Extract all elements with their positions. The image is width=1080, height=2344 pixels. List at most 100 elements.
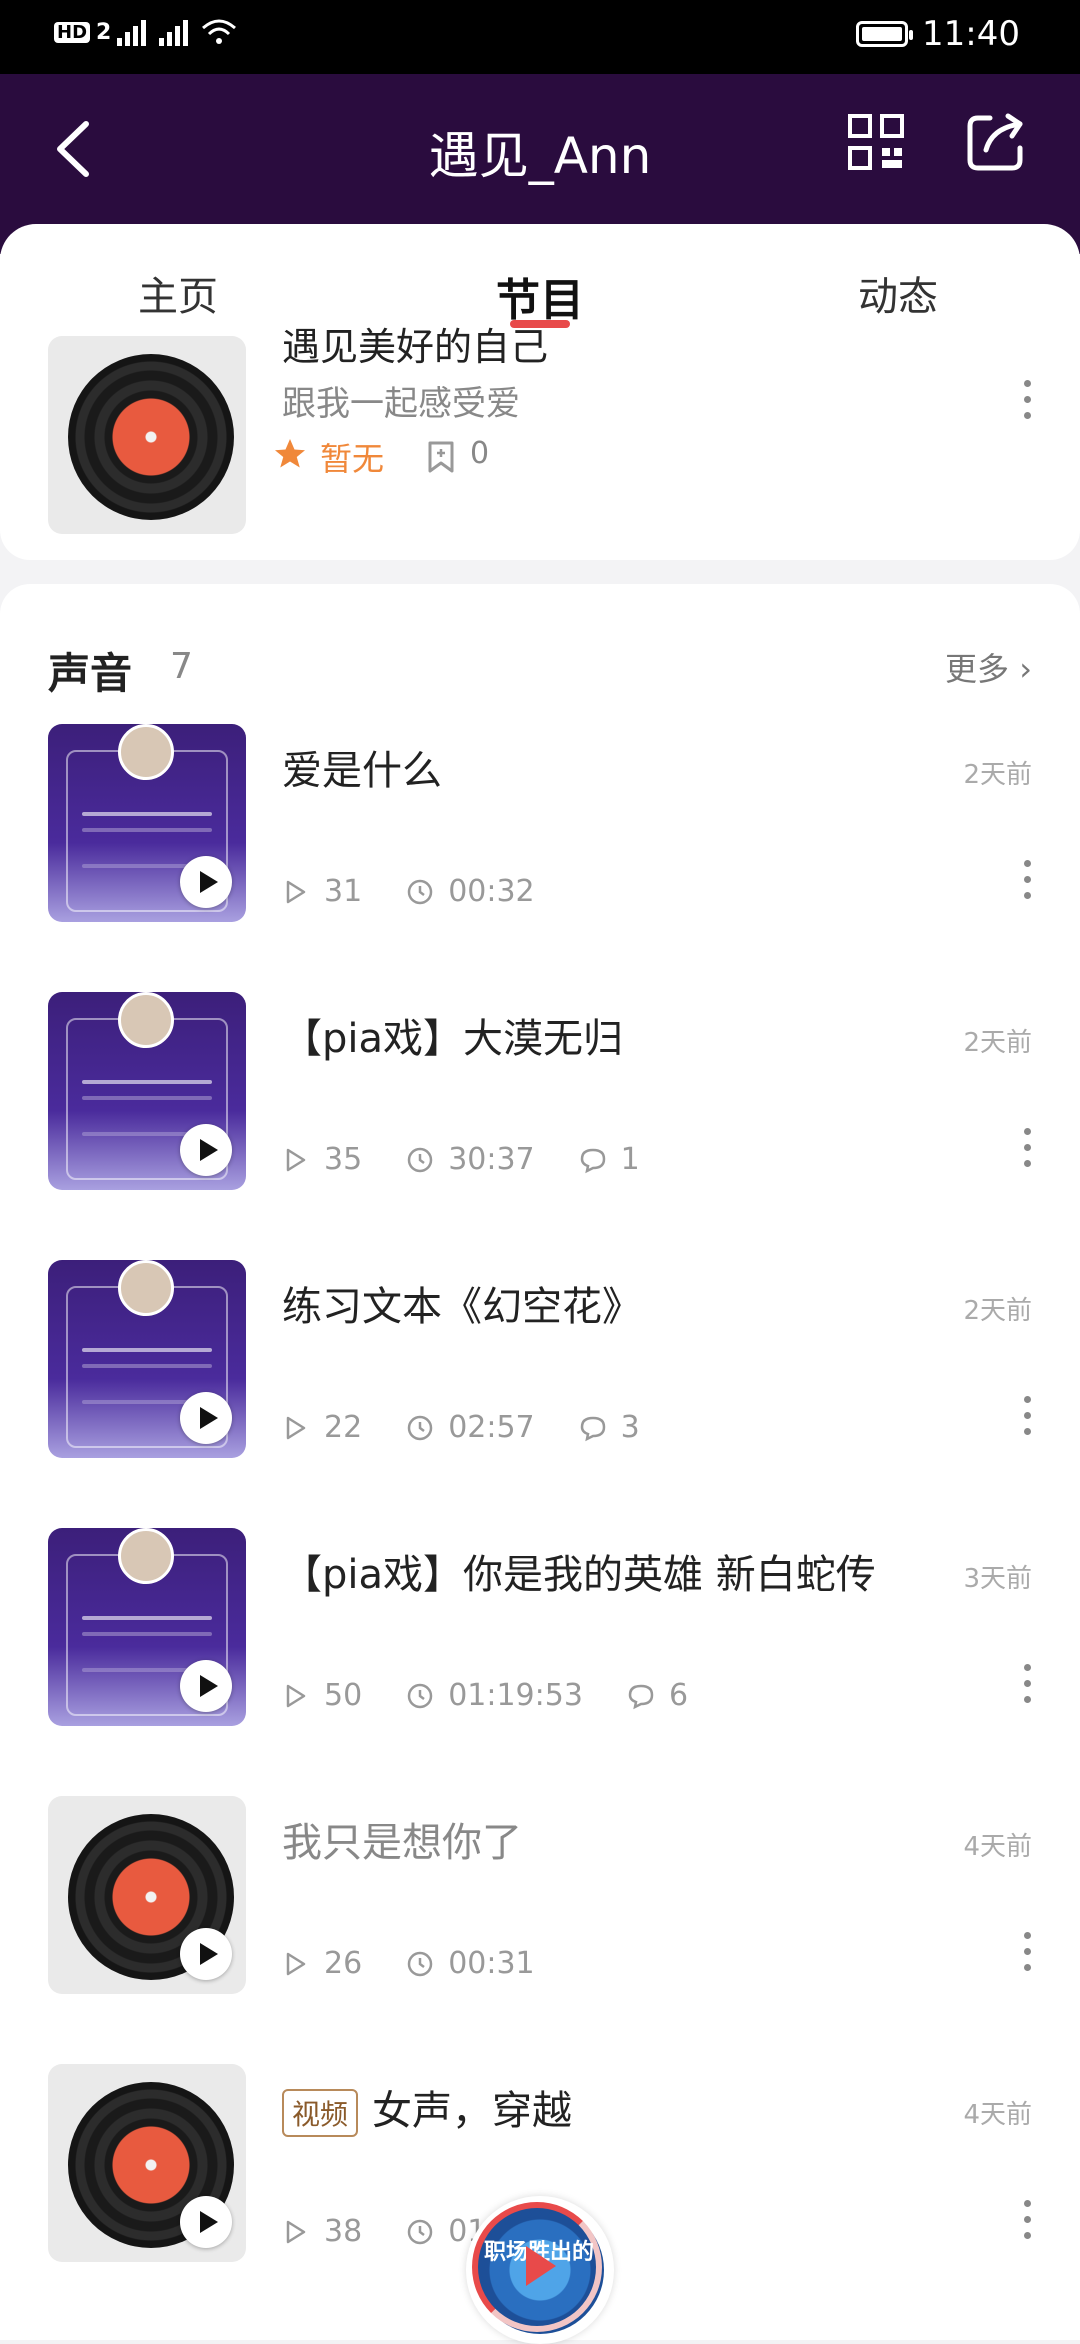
program-title: 遇见美好的自己 (282, 325, 549, 369)
battery-icon (856, 21, 914, 47)
avatar (118, 992, 174, 1048)
bookmark-count: 0 (470, 436, 490, 471)
program-cover (48, 336, 246, 534)
sound-cover (48, 1796, 246, 1994)
sound-time: 2天前 (963, 760, 1032, 790)
star-icon (275, 439, 305, 468)
avatar (118, 1528, 174, 1584)
sound-meta: 35 30:37 1 (282, 1142, 684, 1177)
play-button[interactable] (180, 2196, 232, 2248)
clock-icon (407, 1415, 433, 1440)
sounds-section: 声音 7 更多 › 爱是什么 2天前 31 00:32 【pia戏】大漠无归 2… (0, 584, 1080, 2340)
more-link[interactable]: 更多 › (945, 644, 1032, 690)
floating-player[interactable]: 职场胜出的 (466, 2196, 614, 2344)
section-title: 声音 (48, 649, 133, 698)
tab-home[interactable]: 主页 (138, 264, 218, 322)
clock-icon (407, 1683, 433, 1708)
sound-cover (48, 1528, 246, 1726)
sound-row[interactable]: 练习文本《幻空花》 2天前 22 02:57 3 (0, 1260, 1080, 1460)
more-icon[interactable] (1022, 1128, 1032, 1178)
play-button[interactable] (180, 1928, 232, 1980)
signal-indicators: HD 2 (54, 18, 237, 46)
play-button[interactable] (180, 1124, 232, 1176)
sound-meta: 22 02:57 3 (282, 1410, 684, 1445)
play-count: 26 (324, 1946, 363, 1981)
duration: 00:31 (448, 1946, 535, 1981)
bookmark-icon[interactable] (426, 440, 456, 474)
sound-title: 练习文本《幻空花》 (282, 1284, 642, 1330)
signal-icon (117, 20, 147, 46)
play-count-icon (286, 2220, 306, 2243)
section-count: 7 (170, 646, 193, 687)
sound-cover (48, 2064, 246, 2262)
play-count: 50 (324, 1678, 363, 1713)
sound-row[interactable]: 【pia戏】你是我的英雄 新白蛇传 3天前 50 01:19:53 6 (0, 1528, 1080, 1728)
sound-time: 4天前 (963, 1832, 1032, 1862)
clock: 11:40 (922, 14, 1020, 54)
more-icon[interactable] (1022, 860, 1032, 910)
duration: 02:57 (448, 1410, 535, 1445)
avatar (118, 1260, 174, 1316)
clock-icon (407, 879, 433, 904)
play-count-icon (286, 880, 306, 903)
wifi-icon (202, 19, 237, 44)
comment-count: 6 (668, 1678, 689, 1713)
sound-title: 爱是什么 (282, 748, 442, 794)
play-count: 22 (324, 1410, 363, 1445)
more-label: 更多 (945, 650, 1010, 688)
more-icon[interactable] (1022, 1664, 1032, 1714)
chevron-right-icon: › (1019, 650, 1032, 688)
sound-meta: 31 00:32 (282, 874, 579, 909)
sound-title: 我只是想你了 (282, 1820, 522, 1866)
program-rating: 暂无 (320, 440, 385, 478)
play-count: 38 (324, 2214, 363, 2249)
vinyl-record-icon (68, 354, 234, 520)
play-button[interactable] (180, 1660, 232, 1712)
sound-row[interactable]: 【pia戏】大漠无归 2天前 35 30:37 1 (0, 992, 1080, 1192)
program-item[interactable]: 遇见美好的自己 跟我一起感受爱 暂无 0 (0, 325, 1080, 544)
program-subtitle: 跟我一起感受爱 (282, 384, 520, 424)
sound-title: 【pia戏】你是我的英雄 新白蛇传 (282, 1552, 876, 1598)
duration: 01:19:53 (448, 1678, 583, 1713)
play-icon (526, 2246, 556, 2286)
avatar (118, 724, 174, 780)
hd-badge: HD (54, 21, 91, 43)
duration: 00:32 (448, 874, 535, 909)
video-tag: 视频 (282, 2089, 359, 2137)
sound-title: 【pia戏】大漠无归 (282, 1016, 624, 1062)
sound-title-text: 女声，穿越 (372, 2088, 573, 2134)
play-button[interactable] (180, 1392, 232, 1444)
signal-icon-2 (159, 20, 189, 46)
sound-time: 3天前 (963, 1564, 1032, 1594)
comment-icon (580, 1148, 605, 1173)
clock-icon (407, 1147, 433, 1172)
qr-code-icon[interactable] (846, 112, 906, 172)
sound-cover (48, 724, 246, 922)
sound-time: 2天前 (963, 1296, 1032, 1326)
more-icon[interactable] (1022, 1396, 1032, 1446)
sound-cover (48, 992, 246, 1190)
sound-title: 视频 女声，穿越 (282, 2078, 572, 2137)
sound-meta: 26 00:31 (282, 1946, 579, 1981)
comment-icon (628, 1684, 654, 1709)
duration: 30:37 (448, 1142, 535, 1177)
comment-count: 3 (620, 1410, 640, 1445)
play-count-icon (286, 1416, 306, 1439)
play-count: 35 (324, 1142, 363, 1177)
more-icon[interactable] (1022, 1932, 1032, 1982)
page-title: 遇见_Ann (428, 127, 652, 185)
more-icon[interactable] (1022, 380, 1032, 430)
more-icon[interactable] (1022, 2200, 1032, 2250)
sound-row[interactable]: 爱是什么 2天前 31 00:32 (0, 724, 1080, 924)
play-count-icon (286, 1148, 306, 1171)
profile-card: 主页 节目 动态 遇见美好的自己 跟我一起感受爱 暂无 0 (0, 224, 1080, 560)
sound-time: 4天前 (963, 2100, 1032, 2130)
play-count-icon (286, 1684, 306, 1707)
play-button[interactable] (180, 856, 232, 908)
comment-icon (580, 1416, 605, 1441)
sound-row[interactable]: 我只是想你了 4天前 26 00:31 (0, 1796, 1080, 1996)
status-bar: HD 2 11:40 (0, 0, 1080, 74)
sound-time: 2天前 (963, 1028, 1032, 1058)
share-icon[interactable] (964, 110, 1028, 174)
tab-feed[interactable]: 动态 (858, 264, 938, 322)
